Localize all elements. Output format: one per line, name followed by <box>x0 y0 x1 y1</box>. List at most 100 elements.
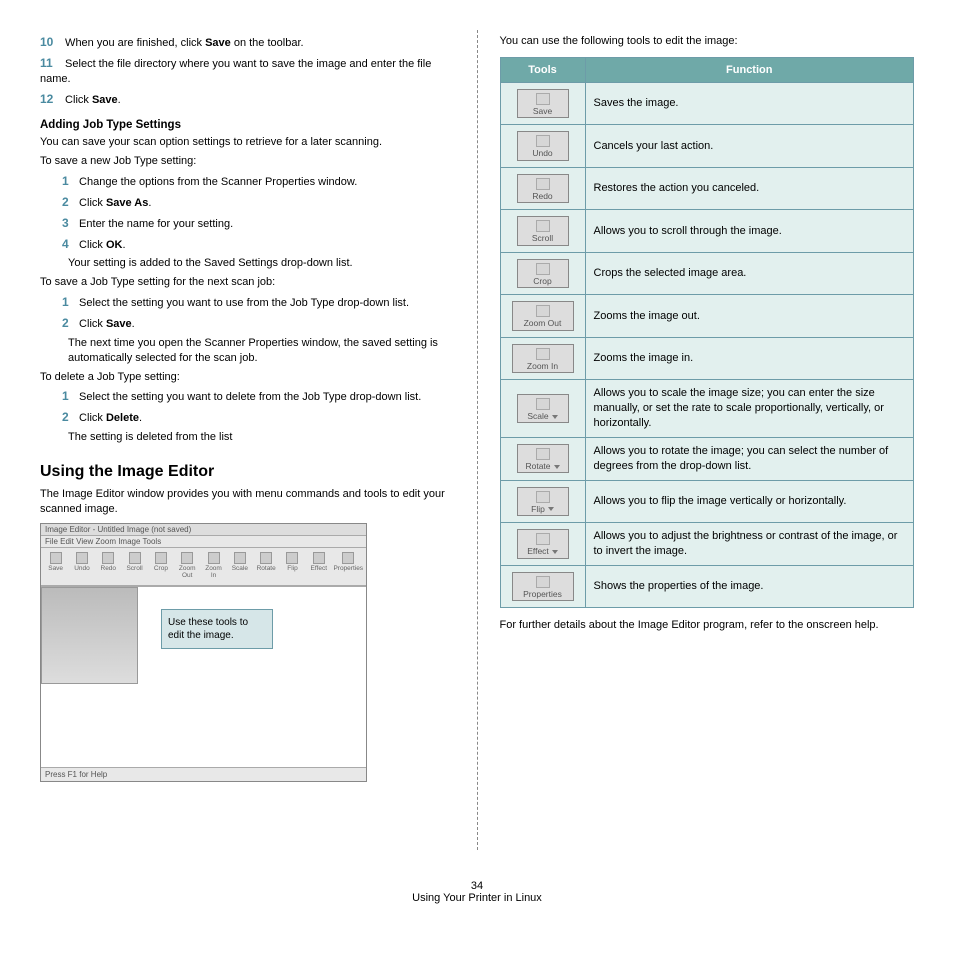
step-number: 4 <box>62 236 76 252</box>
step-number: 11 <box>40 55 62 71</box>
ie-toolbar-button: Scroll <box>122 550 147 583</box>
ie-menubar: File Edit View Zoom Image Tools <box>41 536 366 548</box>
tool-cell: Zoom Out <box>500 295 585 338</box>
table-row: Crop Crops the selected image area. <box>500 252 914 295</box>
p-save-next: To save a Job Type setting for the next … <box>40 275 455 290</box>
table-row: SaveSaves the image. <box>500 82 914 125</box>
function-cell: Allows you to adjust the brightness or c… <box>585 523 914 566</box>
ie-toolbar-button: Undo <box>69 550 94 583</box>
tool-cell: Flip <box>500 480 585 523</box>
function-cell: Zooms the image out. <box>585 295 914 338</box>
ie-toolbar-button: Zoom Out <box>175 550 200 583</box>
heading-image-editor: Using the Image Editor <box>40 463 455 481</box>
image-editor-screenshot: Image Editor - Untitled Image (not saved… <box>40 523 367 782</box>
subheading-job-type: Adding Job Type Settings <box>40 119 455 131</box>
p-further-details: For further details about the Image Edit… <box>500 618 915 633</box>
right-column: You can use the following tools to edit … <box>500 30 915 850</box>
step-number: 12 <box>40 91 62 107</box>
tool-button-icon: Scroll <box>517 216 569 246</box>
table-row: Flip Allows you to flip the image vertica… <box>500 480 914 523</box>
step: 3 Enter the name for your setting. <box>40 215 455 232</box>
ie-toolbar-button: Save <box>43 550 68 583</box>
table-row: ScrollAllows you to scroll through the i… <box>500 210 914 253</box>
tool-button-icon: Zoom In <box>512 344 574 374</box>
step: 1 Select the setting you want to delete … <box>40 388 455 405</box>
table-row: Redo Restores the action you canceled. <box>500 167 914 210</box>
chapter-title: Using Your Printer in Linux <box>40 892 914 904</box>
ie-toolbar-button: Redo <box>96 550 121 583</box>
ie-statusbar: Press F1 for Help <box>41 767 366 781</box>
tool-cell: Scale <box>500 380 585 438</box>
note-deleted: The setting is deleted from the list <box>40 430 455 445</box>
step: 1 Change the options from the Scanner Pr… <box>40 173 455 190</box>
tool-button-icon: Undo <box>517 131 569 161</box>
tool-button-icon: Zoom Out <box>512 301 574 331</box>
p-delete: To delete a Job Type setting: <box>40 370 455 385</box>
step: 2 Click Save. <box>40 315 455 332</box>
tool-cell: Properties <box>500 565 585 608</box>
function-cell: Crops the selected image area. <box>585 252 914 295</box>
table-row: Rotate Allows you to rotate the image; yo… <box>500 437 914 480</box>
tool-button-icon: Properties <box>512 572 574 602</box>
tool-cell: Rotate <box>500 437 585 480</box>
function-cell: Allows you to rotate the image; you can … <box>585 437 914 480</box>
ie-toolbar-button: Rotate <box>254 550 279 583</box>
tool-cell: Effect <box>500 523 585 566</box>
tools-table: Tools Function SaveSaves the image. Undo C… <box>500 57 915 608</box>
step-number: 10 <box>40 34 62 50</box>
tool-cell: Redo <box>500 167 585 210</box>
page-footer: 34 Using Your Printer in Linux <box>40 880 914 904</box>
p-image-editor: The Image Editor window provides you wit… <box>40 487 455 517</box>
ie-toolbar: SaveUndoRedoScrollCropZoom OutZoom InSca… <box>41 548 366 586</box>
function-cell: Allows you to flip the image vertically … <box>585 480 914 523</box>
step: 1 Select the setting you want to use fro… <box>40 294 455 311</box>
function-cell: Zooms the image in. <box>585 337 914 380</box>
table-row: EffectAllows you to adjust the brightnes… <box>500 523 914 566</box>
table-row: Properties Shows the properties of the im… <box>500 565 914 608</box>
step-number: 1 <box>62 294 76 310</box>
p-tools-intro: You can use the following tools to edit … <box>500 34 915 49</box>
step: 10 When you are finished, click Save on … <box>40 34 455 51</box>
ie-toolbar-button: Flip <box>280 550 305 583</box>
p-save-intro: You can save your scan option settings t… <box>40 135 455 150</box>
th-function: Function <box>585 57 914 82</box>
ie-toolbar-button: Crop <box>148 550 173 583</box>
function-cell: Saves the image. <box>585 82 914 125</box>
ie-titlebar: Image Editor - Untitled Image (not saved… <box>41 524 366 536</box>
function-cell: Restores the action you canceled. <box>585 167 914 210</box>
tool-button-icon: Crop <box>517 259 569 289</box>
th-tools: Tools <box>500 57 585 82</box>
step: 11 Select the file directory where you w… <box>40 55 455 87</box>
table-row: ScaleAllows you to scale the image size;… <box>500 380 914 438</box>
step: 2 Click Save As. <box>40 194 455 211</box>
step-number: 1 <box>62 173 76 189</box>
column-divider <box>477 30 478 850</box>
tool-cell: Crop <box>500 252 585 295</box>
function-cell: Shows the properties of the image. <box>585 565 914 608</box>
page-number: 34 <box>40 880 914 892</box>
ie-callout: Use these tools to edit the image. <box>161 609 273 649</box>
tool-cell: Scroll <box>500 210 585 253</box>
ie-canvas: Use these tools to edit the image. <box>41 586 366 767</box>
p-save-new: To save a new Job Type setting: <box>40 154 455 169</box>
ie-toolbar-button: Properties <box>332 550 364 583</box>
tool-button-icon: Redo <box>517 174 569 204</box>
left-column: 10 When you are finished, click Save on … <box>40 30 455 850</box>
function-cell: Cancels your last action. <box>585 125 914 168</box>
tool-button-icon: Rotate <box>517 444 569 474</box>
step-number: 2 <box>62 315 76 331</box>
note-saved-added: Your setting is added to the Saved Setti… <box>40 256 455 271</box>
note-next-time: The next time you open the Scanner Prope… <box>40 336 455 366</box>
step-number: 2 <box>62 409 76 425</box>
function-cell: Allows you to scale the image size; you … <box>585 380 914 438</box>
step: 2 Click Delete. <box>40 409 455 426</box>
table-row: Zoom In Zooms the image in. <box>500 337 914 380</box>
step-number: 2 <box>62 194 76 210</box>
ie-toolbar-button: Scale <box>227 550 252 583</box>
table-row: Undo Cancels your last action. <box>500 125 914 168</box>
step: 12 Click Save. <box>40 91 455 108</box>
tool-button-icon: Flip <box>517 487 569 517</box>
ie-toolbar-button: Zoom In <box>201 550 226 583</box>
tool-cell: Save <box>500 82 585 125</box>
step-number: 1 <box>62 388 76 404</box>
